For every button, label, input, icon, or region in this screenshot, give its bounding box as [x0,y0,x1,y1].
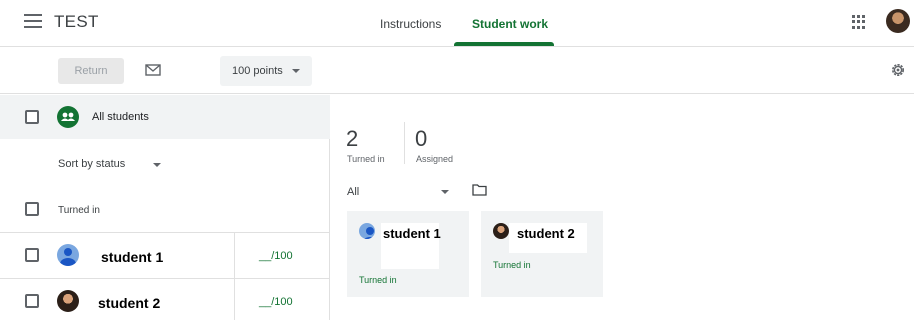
student-name[interactable]: student 1 [101,249,163,265]
turned-in-group-checkbox[interactable] [25,202,39,216]
assigned-label: Assigned [416,154,454,164]
card-student-name: student 1 [383,226,441,241]
top-app-bar: TEST Instructions Student work [0,0,914,47]
chevron-down-icon[interactable] [153,163,161,167]
all-students-checkbox[interactable] [25,110,39,124]
summary-divider [404,122,405,164]
points-value: 100 points [232,65,283,77]
active-tab-indicator [454,42,554,46]
sort-dropdown[interactable]: Sort by status [58,158,125,170]
grade-input[interactable]: __/100 [234,233,330,279]
student-work-card[interactable]: student 2 Turned in [481,211,603,297]
turned-in-count: 2 [346,126,359,151]
email-icon[interactable] [145,64,161,76]
avatar [493,223,509,239]
chevron-down-icon [292,69,300,73]
menu-icon[interactable] [24,14,42,28]
avatar [57,244,79,266]
chevron-down-icon[interactable] [441,190,449,194]
grade-input[interactable]: __/100 [234,279,330,320]
student-name[interactable]: student 2 [98,295,160,311]
turned-in-section-header: Turned in [58,205,100,216]
apps-grid-icon[interactable] [852,15,866,29]
avatar [57,290,79,312]
gear-icon[interactable] [890,62,906,78]
return-button[interactable]: Return [58,58,124,84]
tab-student-work[interactable]: Student work [472,17,548,31]
all-students-label: All students [92,111,149,123]
filter-dropdown[interactable]: All [347,186,359,198]
student-list-panel: All students Sort by status Turned in st… [0,95,330,320]
grading-toolbar: Return 100 points [0,48,914,94]
card-status: Turned in [493,260,531,270]
account-avatar[interactable] [886,9,910,33]
student-checkbox[interactable] [25,248,39,262]
card-student-name: student 2 [517,226,575,241]
folder-icon[interactable] [472,184,487,196]
card-status: Turned in [359,275,397,285]
tab-instructions[interactable]: Instructions [380,17,441,31]
student-row[interactable]: student 1 __/100 [0,232,330,279]
class-title: TEST [54,12,99,31]
group-icon [57,106,79,128]
points-dropdown[interactable]: 100 points [220,56,312,86]
assigned-count: 0 [415,126,428,151]
student-checkbox[interactable] [25,294,39,308]
avatar [359,223,375,239]
turned-in-label: Turned in [347,154,385,164]
student-work-card[interactable]: student 1 Turned in [347,211,469,297]
all-students-row[interactable]: All students [0,95,330,139]
student-row[interactable]: student 2 __/100 [0,278,330,320]
